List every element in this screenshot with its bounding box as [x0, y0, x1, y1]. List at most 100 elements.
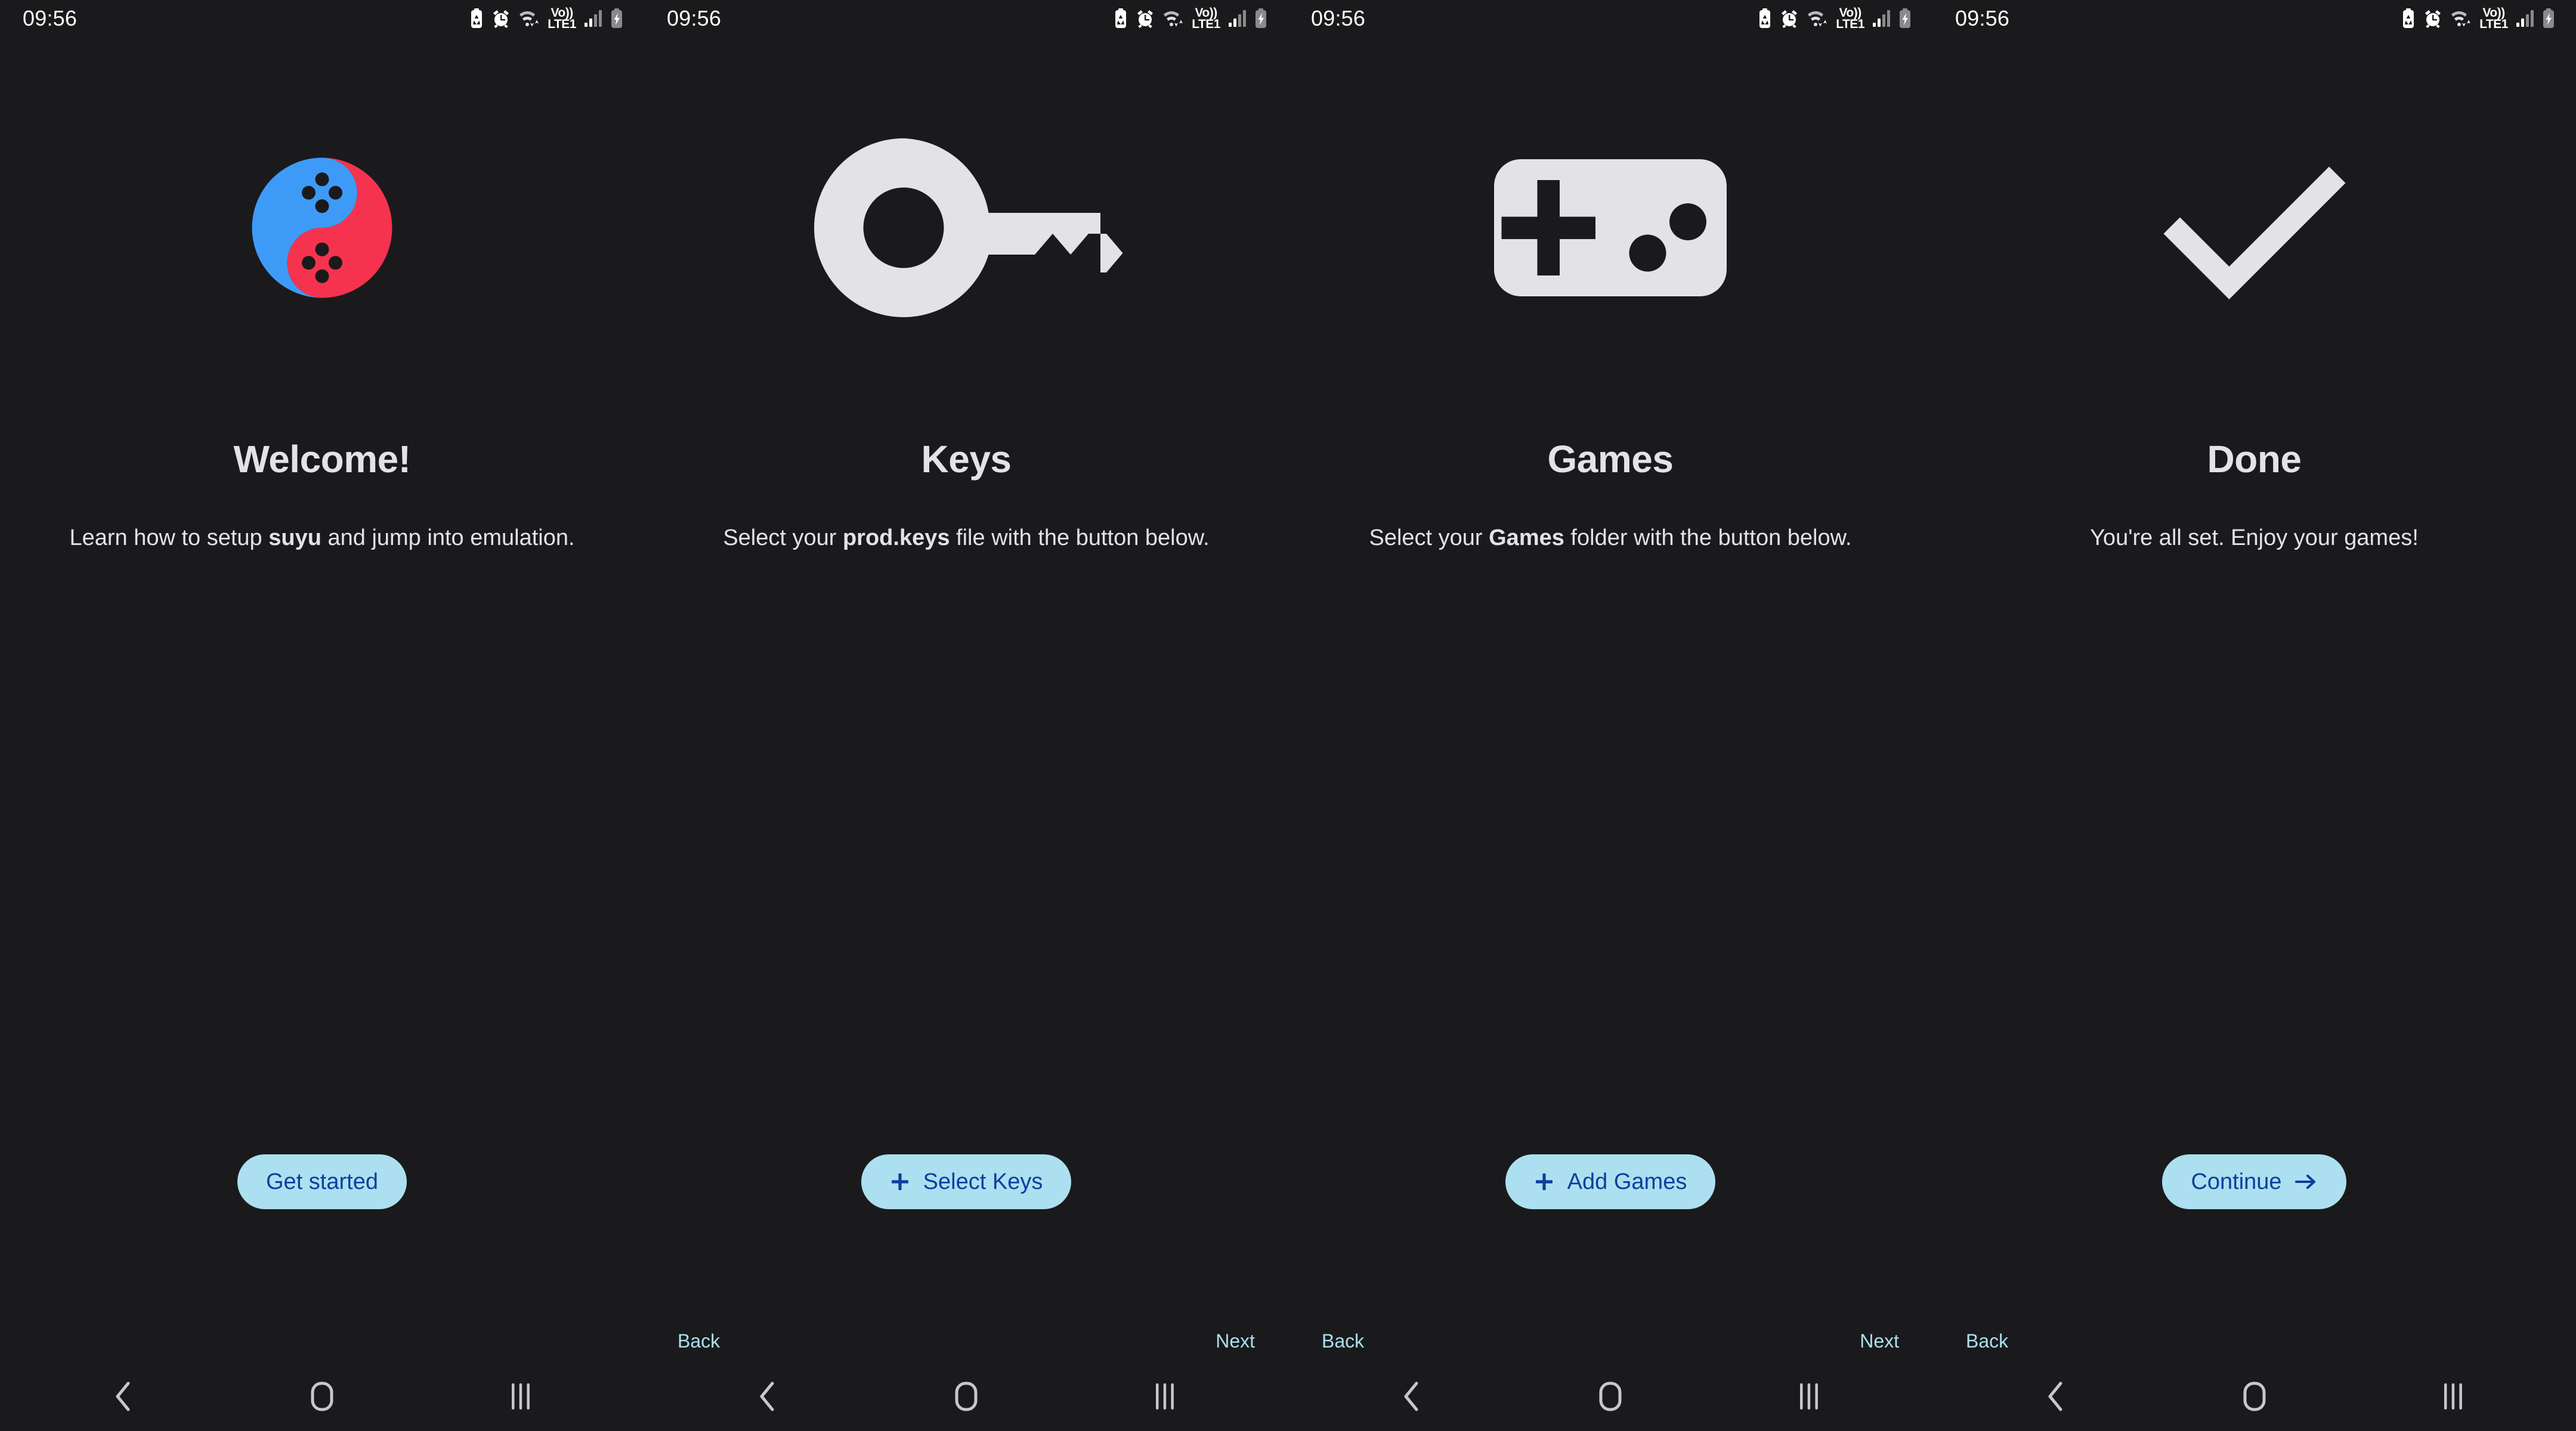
wizard-nav: Back Next	[644, 1320, 1288, 1362]
volte-bottom-label: LTE1	[1836, 17, 1864, 31]
desc-part-bold: prod.keys	[842, 525, 950, 550]
wizard-next-link[interactable]: Next	[1860, 1331, 1899, 1351]
primary-action-area: Get started	[31, 1154, 613, 1320]
continue-button[interactable]: Continue	[2162, 1154, 2346, 1209]
check-icon-svg	[2163, 166, 2345, 299]
desc-part: and jump into emulation.	[321, 525, 575, 550]
status-bar: 09:56 Vo)) LTE1	[0, 0, 644, 37]
desc-part-bold: Games	[1489, 525, 1564, 550]
arrow-right-icon	[2294, 1173, 2318, 1191]
volte-bottom-label: LTE1	[1192, 17, 1220, 31]
home-nav-icon[interactable]	[2219, 1367, 2290, 1426]
screen-games: 09:56 Vo)) LTE1 Games Select your Games …	[1288, 0, 1932, 1431]
key-icon	[675, 37, 1257, 419]
desc-part: Select your	[1369, 525, 1489, 550]
screen-content: Welcome! Learn how to setup suyu and jum…	[0, 37, 644, 1320]
suyu-logo	[31, 37, 613, 419]
recents-nav-icon[interactable]	[485, 1367, 556, 1426]
signal-bars-icon	[584, 10, 602, 27]
continue-label: Continue	[2191, 1169, 2282, 1194]
wizard-back-link[interactable]: Back	[1322, 1331, 1364, 1351]
battery-saver-icon	[1758, 8, 1772, 29]
signal-bars-icon	[1228, 10, 1246, 27]
primary-action-area: Select Keys	[675, 1154, 1257, 1320]
screen-welcome: 09:56 Vo)) LTE1 Welcome! Learn how to se…	[0, 0, 644, 1431]
screenshot-strip: 09:56 Vo)) LTE1 Welcome! Learn how to se…	[0, 0, 2576, 1431]
status-bar-icons: Vo)) LTE1	[1114, 7, 1268, 30]
wifi-transfer-icon	[1807, 9, 1828, 28]
suyu-logo-svg	[252, 157, 392, 298]
status-bar-clock: 09:56	[1955, 6, 2010, 30]
add-games-label: Add Games	[1567, 1169, 1687, 1194]
android-nav-bar	[644, 1362, 1288, 1431]
screen-done: 09:56 Vo)) LTE1 Done You're all set. Enj…	[1932, 0, 2576, 1431]
wizard-nav: Back	[1932, 1320, 2576, 1362]
battery-charging-icon	[2541, 8, 2556, 29]
volte-icon: Vo)) LTE1	[1836, 7, 1864, 31]
android-nav-bar	[1932, 1362, 2576, 1431]
wizard-back-link[interactable]: Back	[678, 1331, 720, 1351]
battery-saver-icon	[2401, 8, 2416, 29]
select-keys-button[interactable]: Select Keys	[861, 1154, 1072, 1209]
wifi-transfer-icon	[518, 9, 540, 28]
back-nav-icon[interactable]	[732, 1367, 803, 1426]
back-nav-icon[interactable]	[2020, 1367, 2092, 1426]
desc-part: You're all set. Enjoy your games!	[2090, 525, 2419, 550]
desc-part-bold: suyu	[268, 525, 321, 550]
page-description: You're all set. Enjoy your games!	[2090, 522, 2419, 553]
volte-icon: Vo)) LTE1	[2479, 7, 2508, 31]
plus-icon	[890, 1172, 910, 1192]
volte-bottom-label: LTE1	[548, 17, 576, 31]
android-nav-bar	[0, 1362, 644, 1431]
home-nav-icon[interactable]	[930, 1367, 1002, 1426]
desc-part: folder with the button below.	[1564, 525, 1852, 550]
page-title: Welcome!	[233, 438, 411, 481]
recents-nav-icon[interactable]	[1129, 1367, 1201, 1426]
home-nav-icon[interactable]	[1575, 1367, 1646, 1426]
volte-icon: Vo)) LTE1	[1192, 7, 1220, 31]
alarm-icon	[1780, 9, 1799, 28]
alarm-icon	[491, 9, 511, 28]
battery-charging-icon	[610, 8, 624, 29]
wizard-next-link[interactable]: Next	[1216, 1331, 1255, 1351]
desc-part: file with the button below.	[950, 525, 1210, 550]
signal-bars-icon	[1872, 10, 1890, 27]
status-bar: 09:56 Vo)) LTE1	[1288, 0, 1932, 37]
home-nav-icon[interactable]	[286, 1367, 358, 1426]
android-nav-bar	[1288, 1362, 1932, 1431]
status-bar: 09:56 Vo)) LTE1	[644, 0, 1288, 37]
recents-nav-icon[interactable]	[2417, 1367, 2489, 1426]
wifi-transfer-icon	[2450, 9, 2472, 28]
alarm-icon	[1136, 9, 1155, 28]
status-bar-clock: 09:56	[1311, 6, 1366, 30]
status-bar-icons: Vo)) LTE1	[1758, 7, 1912, 30]
page-description: Learn how to setup suyu and jump into em…	[69, 522, 574, 553]
alarm-icon	[2423, 9, 2442, 28]
desc-part: Learn how to setup	[69, 525, 269, 550]
gamepad-icon-svg	[1494, 159, 1727, 296]
page-title: Done	[2207, 438, 2302, 481]
status-bar-clock: 09:56	[667, 6, 722, 30]
select-keys-label: Select Keys	[923, 1169, 1043, 1194]
battery-saver-icon	[469, 8, 484, 29]
desc-part: Select your	[723, 525, 843, 550]
back-nav-icon[interactable]	[88, 1367, 159, 1426]
page-title: Games	[1547, 438, 1674, 481]
screen-content: Done You're all set. Enjoy your games! C…	[1932, 37, 2576, 1320]
primary-action-area: Add Games	[1319, 1154, 1901, 1320]
add-games-button[interactable]: Add Games	[1505, 1154, 1716, 1209]
plus-icon	[1534, 1172, 1554, 1192]
wizard-nav: Back Next	[1288, 1320, 1932, 1362]
recents-nav-icon[interactable]	[1773, 1367, 1845, 1426]
volte-bottom-label: LTE1	[2479, 17, 2508, 31]
page-description: Select your prod.keys file with the butt…	[723, 522, 1209, 553]
status-bar-icons: Vo)) LTE1	[469, 7, 624, 30]
page-description: Select your Games folder with the button…	[1369, 522, 1851, 553]
screen-keys: 09:56 Vo)) LTE1 Keys Select your prod.ke…	[644, 0, 1288, 1431]
get-started-button[interactable]: Get started	[237, 1154, 407, 1209]
wizard-back-link[interactable]: Back	[1966, 1331, 2008, 1351]
status-bar-icons: Vo)) LTE1	[2401, 7, 2556, 30]
primary-action-area: Continue	[1963, 1154, 2545, 1320]
signal-bars-icon	[2516, 10, 2534, 27]
back-nav-icon[interactable]	[1376, 1367, 1448, 1426]
